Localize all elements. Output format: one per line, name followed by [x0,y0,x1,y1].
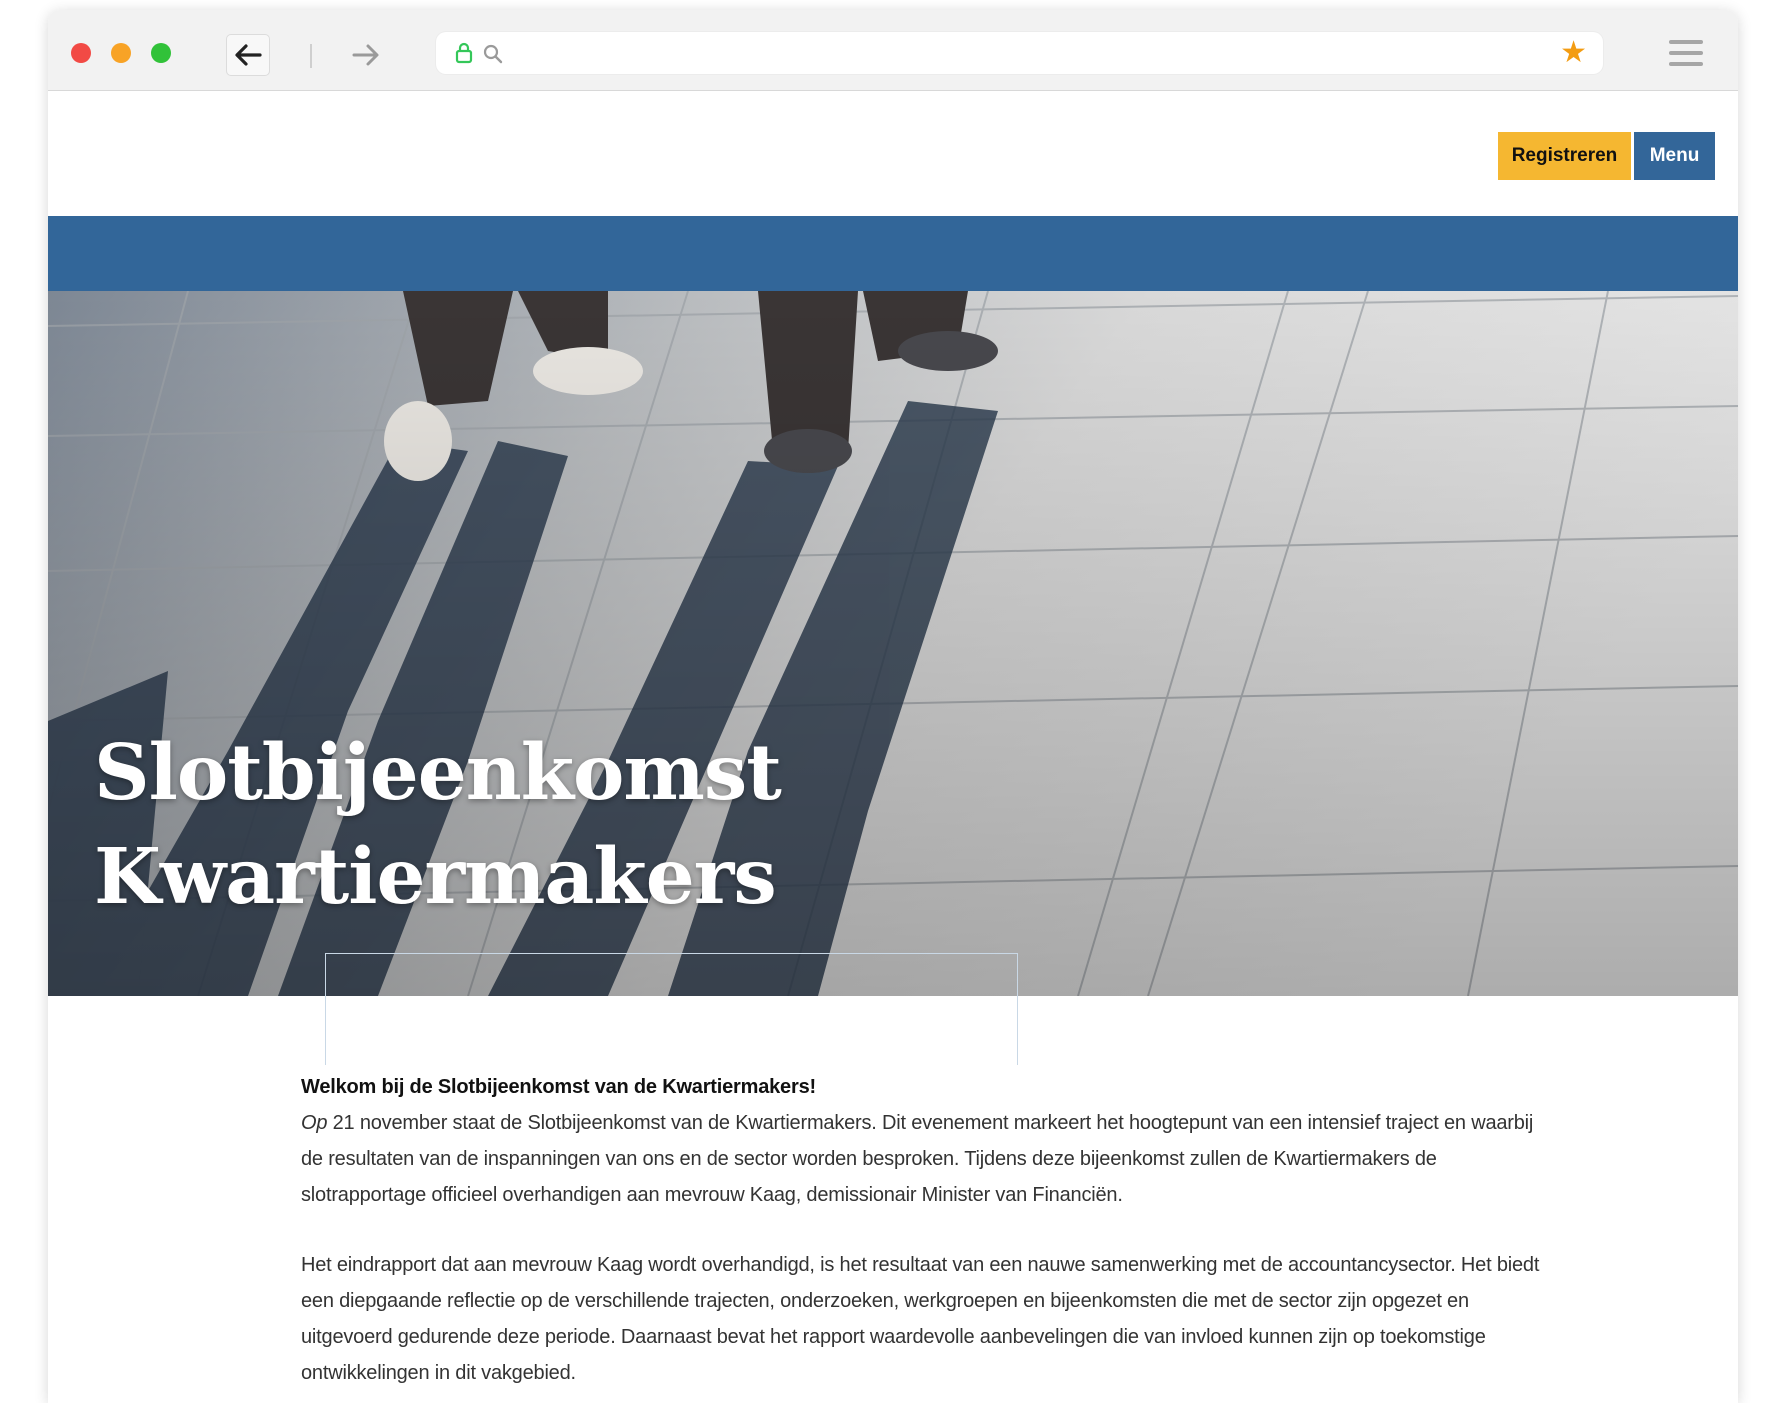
forward-button[interactable] [345,35,387,75]
arrow-left-icon [235,44,262,66]
maximize-window-button[interactable] [151,43,171,63]
article-body: Welkom bij de Slotbijeenkomst van de Kwa… [301,1069,1541,1391]
minimize-window-button[interactable] [111,43,131,63]
paragraph-2: Het eindrapport dat aan mevrouw Kaag wor… [301,1254,1540,1384]
lock-icon [455,42,473,64]
star-icon[interactable]: ★ [1560,38,1587,68]
close-window-button[interactable] [71,43,91,63]
hero-title-line-1: Slotbijeenkomst [94,728,782,818]
hamburger-icon[interactable] [1669,38,1703,68]
browser-toolbar: ★ [48,10,1738,91]
browser-window: ★ Registreren Menu Slotbijeenkomst Kwart… [48,10,1738,1403]
register-button[interactable]: Registreren [1498,132,1631,180]
hero-banner: Slotbijeenkomst Kwartiermakers [48,291,1738,996]
welcome-heading: Welkom bij de Slotbijeenkomst van de Kwa… [301,1076,816,1098]
search-icon [483,44,503,64]
page-viewport: Registreren Menu Slotbijeenkomst Kwartie… [48,91,1738,1403]
paragraph-1: Op 21 november staat de Slotbijeenkomst … [301,1105,1541,1213]
hero-title: Slotbijeenkomst Kwartiermakers [94,721,782,929]
arrow-right-icon [352,44,379,66]
paragraph-1-text: 21 november staat de Slotbijeenkomst van… [301,1112,1534,1206]
header-band [48,216,1738,291]
content-guide-outline [325,953,1018,1065]
site-header: Registreren Menu [48,91,1738,216]
menu-button[interactable]: Menu [1634,132,1715,180]
toolbar-divider [310,44,312,68]
back-button[interactable] [226,34,270,76]
paragraph-1-emphasis: Op [301,1112,328,1134]
hero-title-line-2: Kwartiermakers [94,832,777,922]
address-bar[interactable]: ★ [436,32,1603,74]
